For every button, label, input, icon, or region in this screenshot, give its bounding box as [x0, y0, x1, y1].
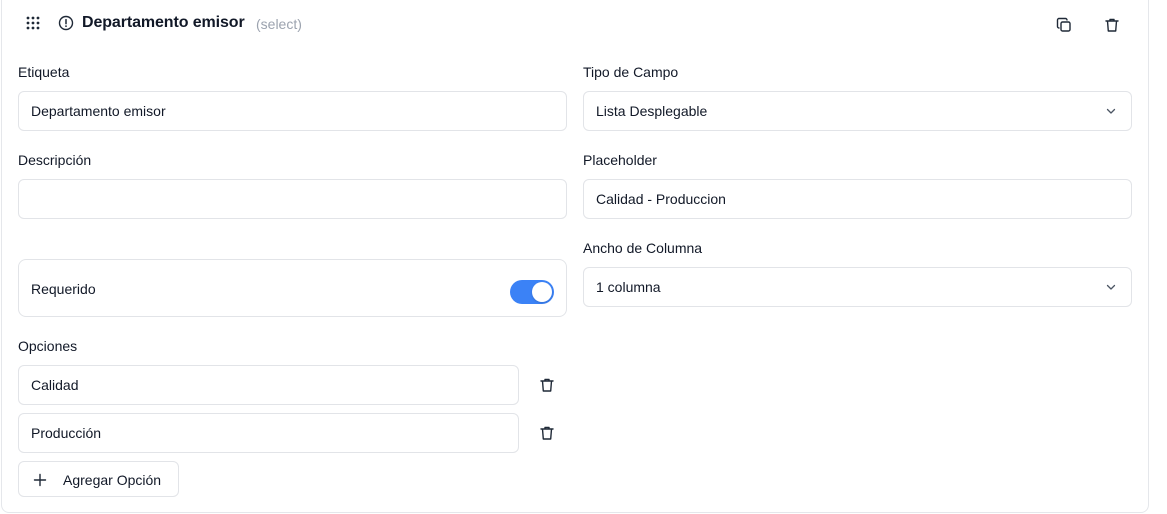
chevron-down-icon: [1105, 281, 1117, 293]
option-input[interactable]: [18, 365, 519, 405]
copy-icon: [1056, 17, 1072, 33]
info-circle-icon: [58, 15, 74, 31]
tipo-campo-label: Tipo de Campo: [583, 64, 679, 80]
add-option-label: Agregar Opción: [63, 472, 162, 488]
drag-handle-icon[interactable]: [26, 16, 40, 30]
trash-icon: [539, 425, 555, 441]
etiqueta-label: Etiqueta: [18, 64, 70, 80]
placeholder-label: Placeholder: [583, 152, 657, 168]
requerido-toggle[interactable]: [510, 280, 554, 304]
ancho-columna-label: Ancho de Columna: [583, 240, 703, 256]
option-input[interactable]: [18, 413, 519, 453]
trash-icon: [539, 377, 555, 393]
toggle-knob: [532, 282, 552, 302]
tipo-campo-select[interactable]: Lista Desplegable: [583, 91, 1132, 131]
ancho-columna-select[interactable]: 1 columna: [583, 267, 1132, 307]
opciones-label: Opciones: [18, 338, 78, 354]
field-title: Departamento emisor: [82, 14, 245, 31]
descripcion-label: Descripción: [18, 152, 92, 168]
requerido-label: Requerido: [31, 281, 96, 297]
placeholder-input[interactable]: [583, 179, 1132, 219]
tipo-campo-value: Lista Desplegable: [596, 103, 708, 119]
chevron-down-icon: [1105, 105, 1117, 117]
etiqueta-input[interactable]: [18, 91, 567, 131]
field-header: Departamento emisor (select): [0, 0, 1167, 48]
delete-field-button[interactable]: [1098, 11, 1126, 39]
descripcion-input[interactable]: [18, 179, 567, 219]
requerido-row: Requerido: [18, 259, 567, 317]
ancho-columna-value: 1 columna: [596, 279, 661, 295]
add-option-button[interactable]: Agregar Opción: [18, 461, 179, 497]
delete-option-button[interactable]: [535, 421, 559, 445]
delete-option-button[interactable]: [535, 373, 559, 397]
field-type-tag: (select): [256, 16, 302, 32]
duplicate-button[interactable]: [1050, 11, 1078, 39]
plus-icon: [33, 473, 47, 487]
trash-icon: [1104, 17, 1120, 33]
